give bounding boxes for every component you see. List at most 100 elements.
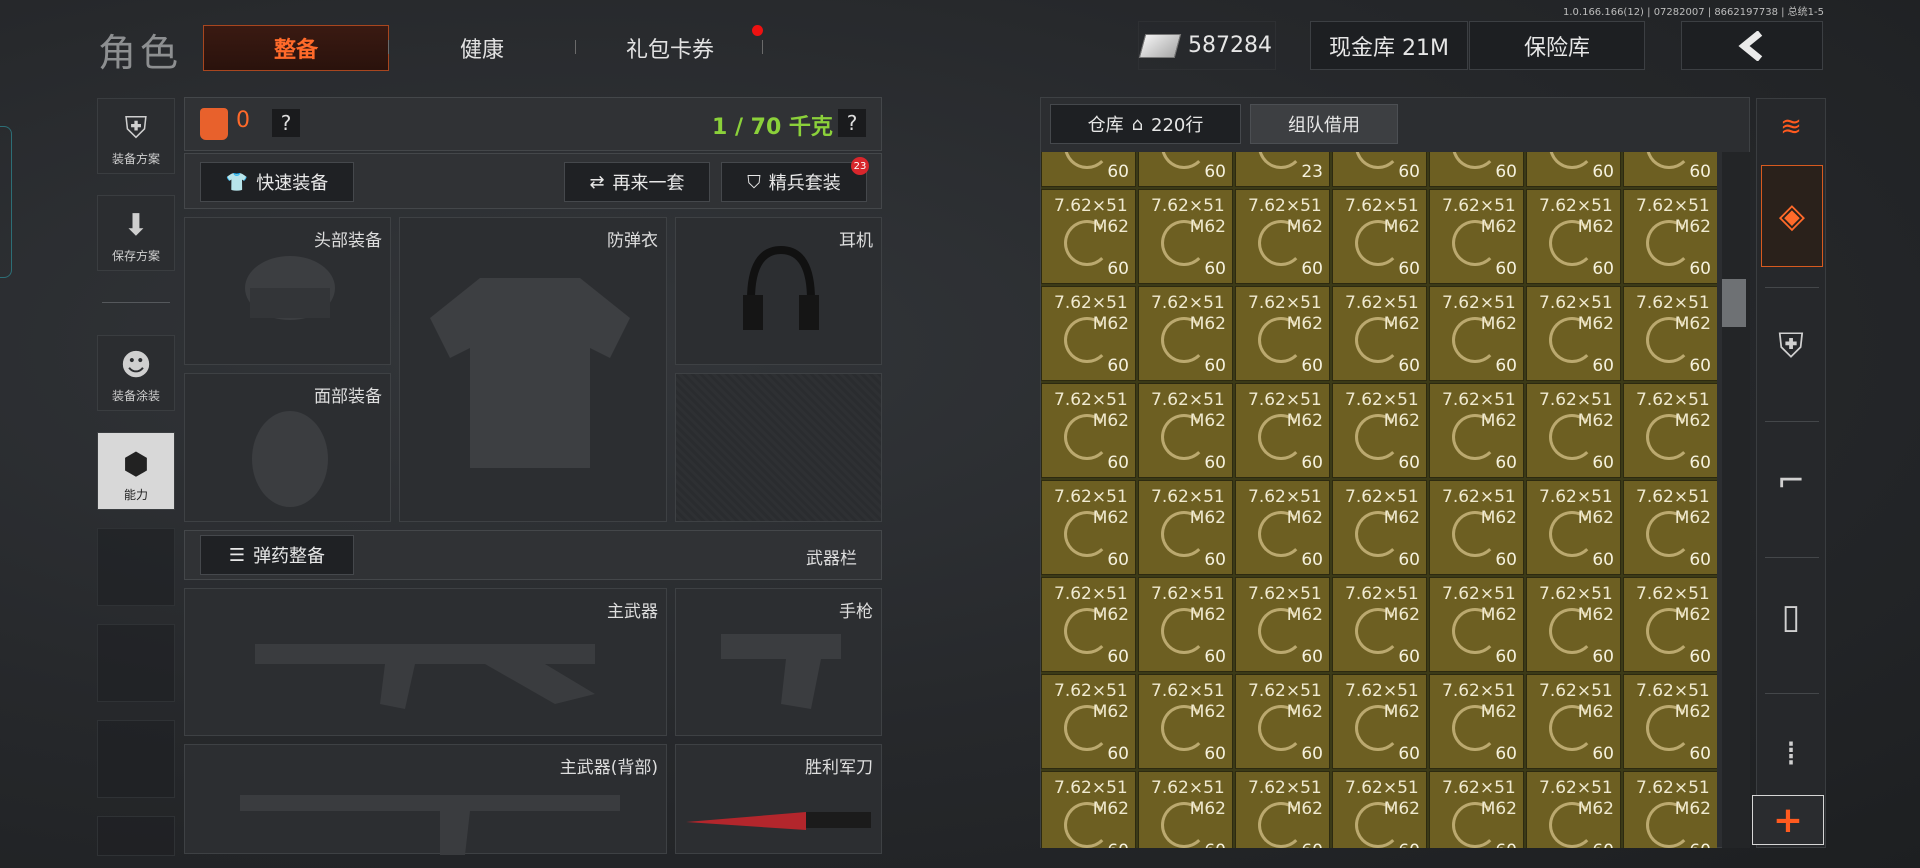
- slot-primary-label: 主武器: [607, 602, 658, 622]
- ammo-item[interactable]: 7.62×51M62 60: [1041, 577, 1136, 672]
- ammo-model: M62: [1189, 702, 1226, 722]
- safe-button[interactable]: 保险库: [1469, 21, 1645, 70]
- nav-skin[interactable]: ☻ 装备涂装: [97, 335, 175, 411]
- ammo-item[interactable]: 7.62×51M62 60: [1332, 480, 1427, 575]
- ammo-item[interactable]: 7.62×51M62 60: [1623, 189, 1717, 284]
- ammo-item[interactable]: 7.62×51M62 60: [1526, 577, 1621, 672]
- ammo-item[interactable]: 7.62×51M62 60: [1235, 577, 1330, 672]
- ammo-item[interactable]: 7.62×51M62 60: [1623, 771, 1717, 848]
- quick-equip-button[interactable]: 👕 快速装备: [200, 162, 354, 202]
- slot-primary[interactable]: 主武器: [184, 588, 667, 736]
- ammo-item[interactable]: 7.62×51M62 60: [1526, 674, 1621, 769]
- ammo-item[interactable]: 7.62×51M62 60: [1429, 383, 1524, 478]
- tab-health[interactable]: 健康: [420, 25, 544, 71]
- ammo-caliber: 7.62×51: [1539, 681, 1613, 701]
- back-button[interactable]: [1681, 21, 1823, 70]
- ammo-model: M62: [1189, 314, 1226, 334]
- ammo-item[interactable]: 60: [1332, 152, 1427, 187]
- ammo-item[interactable]: 7.62×51M62 60: [1429, 286, 1524, 381]
- ammo-item[interactable]: 7.62×51M62 60: [1041, 674, 1136, 769]
- ammo-item[interactable]: 7.62×51M62 60: [1623, 383, 1717, 478]
- elite-set-button[interactable]: ⛉ 精兵套装: [721, 162, 867, 202]
- filter-weapon-icon[interactable]: ⌐: [1761, 431, 1821, 531]
- slot-armor[interactable]: 防弹衣: [399, 217, 667, 522]
- ammo-item[interactable]: 7.62×51M62 60: [1041, 189, 1136, 284]
- ammo-item[interactable]: 7.62×51M62 60: [1041, 286, 1136, 381]
- ammo-item[interactable]: 7.62×51M62 60: [1332, 189, 1427, 284]
- ammo-item[interactable]: 7.62×51M62 60: [1429, 189, 1524, 284]
- nav-ability[interactable]: ⬢ 能力: [97, 432, 175, 510]
- ammo-item[interactable]: 60: [1526, 152, 1621, 187]
- ammo-item[interactable]: 7.62×51M62 60: [1526, 480, 1621, 575]
- filter-all-icon[interactable]: ◈: [1761, 165, 1823, 267]
- filter-ammo-icon[interactable]: ⁞: [1761, 714, 1821, 794]
- edge-handle[interactable]: [0, 126, 12, 278]
- ammo-count: 60: [1107, 841, 1129, 848]
- slot-head[interactable]: 头部装备: [184, 217, 391, 365]
- ammo-equip-button[interactable]: ☰ 弹药整备: [200, 535, 354, 575]
- ammo-item[interactable]: 7.62×51M62 60: [1138, 480, 1233, 575]
- nav-save-plan[interactable]: ⬇ 保存方案: [97, 195, 175, 271]
- weight-help-button[interactable]: ?: [838, 109, 866, 137]
- ammo-item[interactable]: 7.62×51M62 60: [1429, 771, 1524, 848]
- scrollbar-thumb[interactable]: [1722, 279, 1746, 327]
- ammo-item[interactable]: 7.62×51M62 60: [1235, 771, 1330, 848]
- tab-gift[interactable]: 礼包卡券: [590, 25, 750, 71]
- ammo-item[interactable]: 7.62×51M62 60: [1332, 771, 1427, 848]
- ammo-item[interactable]: 23: [1235, 152, 1330, 187]
- slot-primary-back[interactable]: 主武器(背部): [184, 744, 667, 855]
- again-button[interactable]: ⇄ 再来一套: [564, 162, 710, 202]
- help-button[interactable]: ?: [272, 109, 300, 137]
- ammo-item[interactable]: 7.62×51M62 60: [1235, 286, 1330, 381]
- sort-layers-icon[interactable]: ≋: [1761, 99, 1821, 154]
- ammo-item[interactable]: 7.62×51M62 60: [1526, 771, 1621, 848]
- filter-magazine-icon[interactable]: ▯: [1761, 567, 1821, 667]
- ammo-ring-icon: [1258, 152, 1304, 169]
- ammo-item[interactable]: 7.62×51M62 60: [1623, 577, 1717, 672]
- ammo-item[interactable]: 7.62×51M62 60: [1332, 674, 1427, 769]
- ammo-item[interactable]: 7.62×51M62 60: [1041, 771, 1136, 848]
- ammo-item[interactable]: 7.62×51M62 60: [1235, 480, 1330, 575]
- ammo-item[interactable]: 7.62×51M62 60: [1138, 674, 1233, 769]
- ammo-item[interactable]: 7.62×51M62 60: [1623, 674, 1717, 769]
- ammo-item[interactable]: 7.62×51M62 60: [1332, 286, 1427, 381]
- ammo-item[interactable]: 60: [1623, 152, 1717, 187]
- slot-face[interactable]: 面部装备: [184, 373, 391, 522]
- ammo-item[interactable]: 7.62×51M62 60: [1429, 480, 1524, 575]
- ammo-item[interactable]: 60: [1138, 152, 1233, 187]
- ammo-item[interactable]: 7.62×51M62 60: [1429, 674, 1524, 769]
- ammo-item[interactable]: 7.62×51M62 60: [1138, 577, 1233, 672]
- ammo-item[interactable]: 7.62×51M62 60: [1235, 189, 1330, 284]
- ammo-model: M62: [1286, 411, 1323, 431]
- ammo-item[interactable]: 7.62×51M62 60: [1526, 383, 1621, 478]
- ammo-item[interactable]: 7.62×51M62 60: [1332, 577, 1427, 672]
- ammo-item[interactable]: 7.62×51M62 60: [1623, 286, 1717, 381]
- ammo-item[interactable]: 7.62×51M62 60: [1235, 383, 1330, 478]
- add-button[interactable]: +: [1752, 795, 1824, 845]
- ammo-item[interactable]: 7.62×51M62 60: [1138, 771, 1233, 848]
- ammo-item[interactable]: 7.62×51M62 60: [1041, 383, 1136, 478]
- ammo-item[interactable]: 7.62×51M62 60: [1041, 480, 1136, 575]
- ammo-item[interactable]: 7.62×51M62 60: [1138, 286, 1233, 381]
- filter-armor-icon[interactable]: ⛨: [1761, 296, 1821, 396]
- ammo-item[interactable]: 60: [1041, 152, 1136, 187]
- slot-knife[interactable]: 胜利军刀: [675, 744, 882, 854]
- ammo-item[interactable]: 7.62×51M62 60: [1332, 383, 1427, 478]
- scrollbar-track[interactable]: [1722, 152, 1750, 848]
- ammo-item[interactable]: 7.62×51M62 60: [1138, 383, 1233, 478]
- ammo-item[interactable]: 7.62×51M62 60: [1623, 480, 1717, 575]
- ammo-item[interactable]: 7.62×51M62 60: [1429, 577, 1524, 672]
- cash-vault-button[interactable]: 现金库 21M: [1310, 21, 1468, 70]
- nav-equip-plan[interactable]: ⛨ 装备方案: [97, 98, 175, 174]
- ammo-item[interactable]: 7.62×51M62 60: [1235, 674, 1330, 769]
- ammo-item[interactable]: 7.62×51M62 60: [1138, 189, 1233, 284]
- tab-equip[interactable]: 整备: [203, 25, 389, 71]
- ammo-item[interactable]: 60: [1429, 152, 1524, 187]
- ammo-item[interactable]: 7.62×51M62 60: [1526, 189, 1621, 284]
- slot-headset[interactable]: 耳机: [675, 217, 882, 365]
- tab-team-borrow[interactable]: 组队借用: [1250, 104, 1398, 144]
- slot-empty[interactable]: [675, 373, 882, 522]
- tab-storage[interactable]: 仓库 ⌂ 220行: [1050, 104, 1241, 144]
- slot-pistol[interactable]: 手枪: [675, 588, 882, 736]
- ammo-item[interactable]: 7.62×51M62 60: [1526, 286, 1621, 381]
